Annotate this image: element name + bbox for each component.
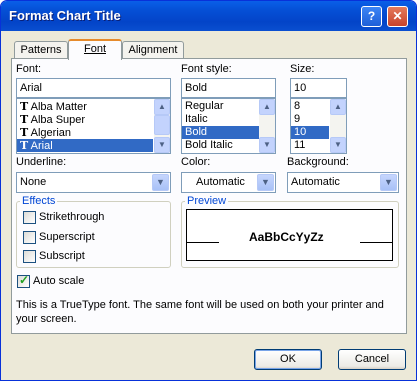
font-label: Font: bbox=[16, 63, 42, 75]
underline-value: None bbox=[20, 176, 47, 188]
preview-line-right bbox=[360, 242, 392, 243]
scroll-up-icon[interactable]: ▲ bbox=[330, 99, 346, 115]
title-bar[interactable]: Format Chart Title ? ✕ bbox=[1, 1, 416, 31]
chevron-down-icon[interactable]: ▼ bbox=[380, 174, 397, 191]
tab-font-label: Font bbox=[83, 43, 106, 55]
font-style-scrollbar[interactable]: ▲ ▼ bbox=[259, 99, 275, 153]
font-style-list[interactable]: Regular Italic Bold Bold Italic ▲ ▼ bbox=[181, 98, 276, 154]
truetype-icon: T bbox=[20, 126, 29, 139]
preview-sample: AaBbCcYyZz bbox=[249, 230, 324, 244]
list-item[interactable]: T Alba Super bbox=[17, 113, 170, 126]
strikethrough-label[interactable]: Strikethrough bbox=[39, 211, 104, 223]
strikethrough-checkbox[interactable] bbox=[23, 211, 36, 224]
size-input[interactable]: 10 bbox=[290, 78, 347, 98]
scroll-down-icon[interactable]: ▼ bbox=[259, 137, 275, 153]
font-list-scrollbar[interactable]: ▲ ▼ bbox=[154, 99, 170, 153]
close-button[interactable]: ✕ bbox=[387, 6, 408, 27]
preview-line-left bbox=[187, 242, 219, 243]
list-item[interactable]: T Alba Matter bbox=[17, 100, 170, 113]
font-list[interactable]: T Alba Matter T Alba Super T Algerian T … bbox=[16, 98, 171, 154]
help-button[interactable]: ? bbox=[361, 6, 382, 27]
background-value: Automatic bbox=[291, 176, 340, 188]
truetype-icon: T bbox=[20, 113, 29, 126]
ok-button[interactable]: OK bbox=[254, 349, 322, 370]
truetype-icon: T bbox=[20, 100, 29, 113]
preview-title: Preview bbox=[185, 195, 229, 207]
format-chart-title-dialog: Format Chart Title ? ✕ Patterns Font Ali… bbox=[0, 0, 417, 381]
list-item[interactable]: T Arial bbox=[17, 139, 153, 152]
dialog-title: Format Chart Title bbox=[9, 8, 121, 23]
superscript-label[interactable]: Superscript bbox=[39, 231, 95, 243]
size-list[interactable]: 8 9 10 11 ▲ ▼ bbox=[290, 98, 347, 154]
truetype-icon: T bbox=[20, 139, 29, 152]
preview-box: AaBbCcYyZz bbox=[186, 209, 393, 261]
cancel-button[interactable]: Cancel bbox=[338, 349, 406, 370]
scroll-down-icon[interactable]: ▼ bbox=[330, 137, 346, 153]
effects-title: Effects bbox=[20, 195, 58, 207]
font-style-input[interactable]: Bold bbox=[181, 78, 276, 98]
underline-label: Underline: bbox=[16, 156, 67, 168]
tab-font[interactable]: Font bbox=[68, 39, 122, 60]
scroll-up-icon[interactable]: ▲ bbox=[259, 99, 275, 115]
chevron-down-icon[interactable]: ▼ bbox=[152, 174, 169, 191]
list-item[interactable]: T Algerian bbox=[17, 126, 170, 139]
list-item[interactable]: Bold bbox=[182, 126, 259, 139]
size-scrollbar[interactable]: ▲ ▼ bbox=[330, 99, 346, 153]
chevron-down-icon[interactable]: ▼ bbox=[257, 174, 274, 191]
auto-scale-label[interactable]: Auto scale bbox=[33, 275, 84, 287]
subscript-label[interactable]: Subscript bbox=[39, 250, 85, 262]
font-item-label: Arial bbox=[30, 140, 53, 152]
auto-scale-checkbox[interactable] bbox=[17, 273, 30, 288]
font-item-label: Algerian bbox=[30, 127, 71, 139]
superscript-checkbox[interactable] bbox=[23, 231, 36, 244]
scroll-down-icon[interactable]: ▼ bbox=[154, 137, 170, 153]
background-dropdown[interactable]: Automatic ▼ bbox=[287, 172, 399, 193]
subscript-checkbox[interactable] bbox=[23, 250, 36, 263]
font-info-text: This is a TrueType font. The same font w… bbox=[16, 299, 384, 325]
font-input[interactable]: Arial bbox=[16, 78, 171, 98]
font-item-label: Alba Matter bbox=[30, 101, 87, 113]
scroll-thumb[interactable] bbox=[154, 115, 170, 135]
scroll-up-icon[interactable]: ▲ bbox=[154, 99, 170, 115]
size-label: Size: bbox=[290, 63, 315, 75]
color-value: Automatic bbox=[196, 176, 245, 188]
background-label: Background: bbox=[287, 156, 349, 168]
color-dropdown[interactable]: Automatic ▼ bbox=[181, 172, 276, 193]
color-label: Color: bbox=[181, 156, 211, 168]
font-style-label: Font style: bbox=[181, 63, 232, 75]
font-item-label: Alba Super bbox=[30, 114, 86, 126]
underline-dropdown[interactable]: None ▼ bbox=[16, 172, 171, 193]
list-item[interactable]: 10 bbox=[291, 126, 329, 139]
